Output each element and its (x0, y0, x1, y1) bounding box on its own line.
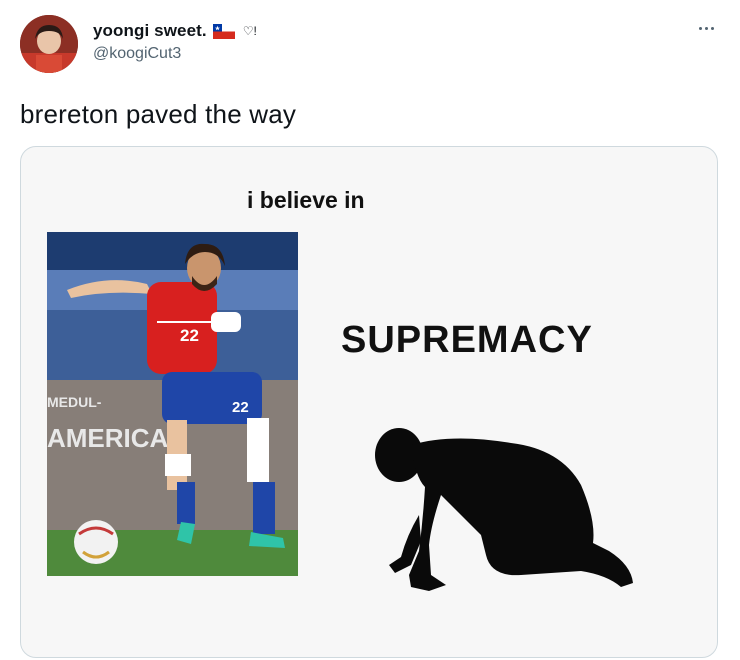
tweet-text: brereton paved the way (20, 99, 297, 129)
player-photo: MEDUL- AMERICA 22 22 (47, 232, 298, 576)
display-name[interactable]: yoongi sweet. (93, 21, 207, 41)
chile-flag-icon (212, 23, 235, 39)
avatar[interactable] (20, 15, 78, 73)
svg-text:AMERICA: AMERICA (47, 423, 169, 453)
svg-text:MEDUL-: MEDUL- (47, 394, 102, 410)
meme-caption-top: i believe in (247, 187, 365, 213)
heart-badge: ♡! (242, 24, 257, 38)
tweet-card[interactable]: yoongi sweet. ♡! @koogiCut3 brereton pav… (0, 0, 740, 660)
kneeling-silhouette (371, 425, 641, 600)
svg-text:22: 22 (232, 399, 249, 416)
user-handle[interactable]: @koogiCut3 (93, 45, 181, 63)
more-options-icon[interactable] (694, 18, 718, 38)
tweet-media-image[interactable]: i believe in SUPREMACY MEDUL- AMERICA 22 (20, 146, 718, 658)
meme-caption-big: SUPREMACY (341, 319, 593, 361)
svg-text:22: 22 (180, 326, 199, 345)
